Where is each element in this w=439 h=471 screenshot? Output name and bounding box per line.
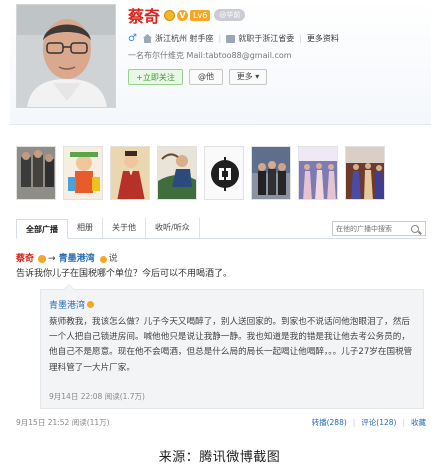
- arrow-icon: →: [48, 254, 56, 264]
- profile-actions: +立即关注 @他 更多 ▾: [128, 69, 427, 85]
- say-label: 说: [108, 254, 118, 264]
- job-text: 就职于浙江省委: [238, 34, 295, 43]
- verified-icon: V: [177, 9, 189, 21]
- search-box: [332, 221, 426, 236]
- post-text: 告诉我你儿子在国税哪个单位？今后可以不用喝酒了。: [16, 269, 233, 279]
- weibo-profile-frame: 蔡奇 V Lv6 @华前 ♂ 浙江杭州 射手座 | 就职于浙江省委 | 更多资料…: [10, 0, 431, 438]
- gallery-photo[interactable]: [110, 146, 150, 200]
- profile-name[interactable]: 蔡奇: [128, 3, 160, 27]
- gallery-photo[interactable]: [345, 146, 385, 200]
- search-input[interactable]: [333, 224, 411, 233]
- tab-listeners[interactable]: 收听/听众: [146, 218, 200, 238]
- divider: |: [299, 34, 302, 43]
- search-icon[interactable]: [411, 224, 419, 233]
- post-header: 蔡奇 → 青墨港湾 说: [16, 252, 426, 266]
- reply-target[interactable]: 青墨港湾: [59, 252, 95, 266]
- divider: |: [218, 34, 222, 43]
- gallery-photo[interactable]: [16, 146, 56, 200]
- quote-author-row: 青墨港湾: [49, 298, 96, 311]
- gallery-photo[interactable]: [63, 146, 103, 200]
- profile-info: 蔡奇 V Lv6 @华前 ♂ 浙江杭州 射手座 | 就职于浙江省委 | 更多资料…: [128, 2, 427, 85]
- photo-gallery: [16, 146, 426, 200]
- gold-medal-icon: [164, 9, 176, 21]
- more-label: 更多: [236, 72, 253, 81]
- quote-author[interactable]: 青墨港湾: [49, 298, 85, 311]
- chevron-down-icon: ▾: [255, 72, 260, 81]
- divider: |: [352, 417, 356, 427]
- profile-header: 蔡奇 V Lv6 @华前 ♂ 浙江杭州 射手座 | 就职于浙江省委 | 更多资料…: [10, 0, 431, 125]
- profile-bio: 一名布尔什维克 Mail:tabtoo88@gmail.com: [128, 51, 292, 60]
- quote-meta[interactable]: 9月14日 22:08 阅读(1.7万): [49, 391, 145, 402]
- gallery-photo[interactable]: [251, 146, 291, 200]
- post-author[interactable]: 蔡奇: [16, 252, 34, 266]
- name-row: 蔡奇 V Lv6 @华前: [128, 2, 427, 28]
- avatar[interactable]: [16, 4, 116, 108]
- tab-about[interactable]: 关于他: [103, 218, 146, 238]
- tab-all-broadcasts[interactable]: 全部广播: [16, 219, 68, 239]
- gallery-photo[interactable]: [298, 146, 338, 200]
- profile-meta: ♂ 浙江杭州 射手座 | 就职于浙江省委 | 更多资料: [128, 30, 427, 47]
- gallery-photo[interactable]: [157, 146, 197, 200]
- tag-pill[interactable]: @华前: [214, 9, 246, 21]
- mention-button[interactable]: @他: [189, 69, 223, 85]
- post-actions: 转播(288) | 评论(128) | 收藏: [312, 417, 426, 428]
- gallery-photo[interactable]: [204, 146, 244, 200]
- quote-text: 蔡师教我，我该怎么做？儿子今天又喝醉了，别人送回家的。到家也不说话问他泡眼泪了，…: [49, 317, 413, 373]
- home-icon: [142, 34, 152, 43]
- post-footer: 9月15日 21:52 阅读(11万) 转播(288) | 评论(128) | …: [16, 415, 426, 429]
- post-meta[interactable]: 9月15日 21:52 阅读(11万): [16, 417, 110, 428]
- weibo-post: 蔡奇 → 青墨港湾 说 告诉我你儿子在国税哪个单位？今后可以不用喝酒了。 青墨港…: [16, 252, 426, 427]
- repost-button[interactable]: 转播(288): [312, 417, 347, 428]
- more-info-link[interactable]: 更多资料: [307, 33, 339, 44]
- quoted-post: 青墨港湾 蔡师教我，我该怎么做？儿子今天又喝醉了，别人送回家的。到家也不说话问他…: [40, 284, 424, 409]
- verified-icon: [38, 255, 47, 263]
- favorite-button[interactable]: 收藏: [411, 417, 426, 428]
- tab-album[interactable]: 相册: [68, 218, 103, 238]
- comment-button[interactable]: 评论(128): [361, 417, 396, 428]
- medal-icon: [87, 301, 95, 308]
- more-dropdown-button[interactable]: 更多 ▾: [229, 69, 267, 85]
- briefcase-icon: [226, 34, 236, 43]
- divider: |: [402, 417, 405, 427]
- male-icon: ♂: [128, 33, 137, 44]
- source-caption: 来源：腾讯微博截图: [158, 450, 281, 465]
- quote-arrow: [63, 284, 75, 290]
- level-badge: Lv6: [190, 9, 211, 21]
- location-text: 浙江杭州 射手座: [154, 34, 214, 43]
- follow-button[interactable]: +立即关注: [128, 69, 183, 85]
- medal-icon: [99, 255, 107, 263]
- feed-tabs: 全部广播 相册 关于他 收听/听众: [16, 217, 426, 239]
